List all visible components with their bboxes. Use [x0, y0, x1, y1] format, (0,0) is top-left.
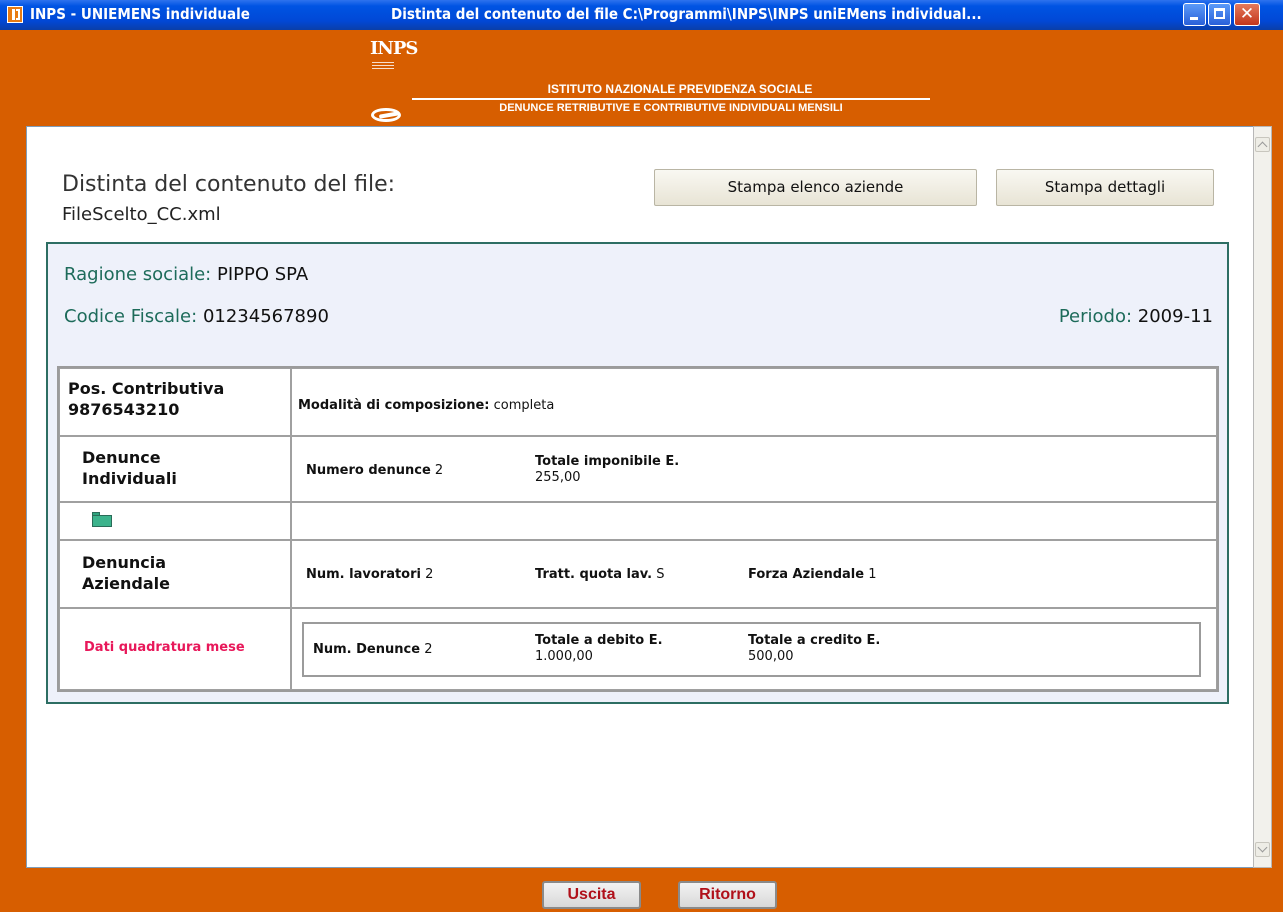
codice-fiscale-label: Codice Fiscale:	[64, 306, 198, 327]
quadratura-label: Dati quadratura mese	[84, 640, 245, 655]
maximize-button[interactable]	[1208, 3, 1231, 26]
totale-debito-label: Totale a debito E.	[535, 633, 663, 648]
forza-aziendale: Forza Aziendale 1	[748, 567, 877, 582]
totale-debito: Totale a debito E. 1.000,00	[535, 633, 663, 665]
num-denunce: Num. Denunce 2	[313, 642, 432, 657]
totale-debito-value: 1.000,00	[535, 649, 593, 664]
totale-credito-label: Totale a credito E.	[748, 633, 881, 648]
close-icon: ✕	[1239, 4, 1255, 24]
num-denunce-label: Num. Denunce	[313, 642, 421, 657]
codice-fiscale-value: 01234567890	[202, 306, 329, 327]
tratt-quota-lav: Tratt. quota lav. S	[535, 567, 665, 582]
codice-fiscale: Codice Fiscale: 01234567890	[64, 306, 329, 327]
totale-credito: Totale a credito E. 500,00	[748, 633, 880, 665]
inps-logo-subtext	[372, 62, 394, 70]
minimize-button[interactable]	[1183, 3, 1206, 26]
window-title-document: Distinta del contenuto del file C:\Progr…	[391, 5, 982, 23]
close-button[interactable]: ✕	[1234, 3, 1260, 26]
totale-imponibile-value: 255,00	[535, 470, 581, 485]
print-companies-button[interactable]: Stampa elenco aziende	[654, 169, 977, 206]
pos-contributiva-value: 9876543210	[68, 400, 180, 419]
num-denunce-value: 2	[424, 642, 433, 657]
inps-logo-emblem	[371, 108, 401, 122]
folder-row-empty	[291, 502, 1217, 540]
numero-denunce-label: Numero denunce	[306, 463, 431, 478]
denuncia-aziendale-label: Denuncia Aziendale	[82, 553, 171, 593]
selected-filename: FileScelto_CC.xml	[62, 204, 221, 225]
back-button[interactable]: Ritorno	[678, 881, 777, 909]
ragione-sociale-label: Ragione sociale:	[64, 264, 212, 285]
num-lavoratori-label: Num. lavoratori	[306, 567, 421, 582]
periodo-label: Periodo:	[1058, 306, 1133, 327]
num-lavoratori-value: 2	[425, 567, 434, 582]
modalita-value: completa	[493, 398, 555, 413]
page-title: Distinta del contenuto del file:	[62, 172, 396, 197]
header-divider	[412, 98, 930, 100]
modalita-label: Modalità di composizione:	[298, 398, 490, 413]
inps-logo: INPS	[370, 38, 418, 59]
totale-credito-value: 500,00	[748, 649, 794, 664]
minimize-icon	[1190, 17, 1198, 20]
title-bar[interactable]: INPS - UNIEMENS individuale Distinta del…	[0, 0, 1283, 30]
maximize-icon	[1214, 8, 1225, 19]
scroll-down-icon[interactable]	[1255, 842, 1270, 857]
header-subtitle: DENUNCE RETRIBUTIVE E CONTRIBUTIVE INDIV…	[499, 102, 843, 114]
ragione-sociale-value: PIPPO SPA	[216, 264, 309, 285]
institute-name: ISTITUTO NAZIONALE PREVIDENZA SOCIALE	[547, 82, 813, 96]
tratt-quota-value: S	[656, 567, 665, 582]
totale-imponibile-label: Totale imponibile E.	[535, 454, 680, 469]
totale-imponibile: Totale imponibile E. 255,00	[535, 454, 679, 486]
ragione-sociale: Ragione sociale: PIPPO SPA	[64, 264, 308, 285]
scroll-up-icon[interactable]	[1255, 137, 1270, 152]
vertical-scrollbar[interactable]	[1253, 126, 1272, 868]
folder-icon[interactable]	[92, 512, 112, 527]
forza-aziendale-value: 1	[868, 567, 877, 582]
periodo-value: 2009-11	[1137, 306, 1213, 327]
print-details-button[interactable]: Stampa dettagli	[996, 169, 1214, 206]
denunce-individuali-label: Denunce Individuali	[82, 448, 177, 488]
numero-denunce: Numero denunce 2	[306, 463, 443, 478]
periodo: Periodo: 2009-11	[1059, 306, 1213, 327]
pos-contributiva-label: Pos. Contributiva 9876543210	[68, 379, 225, 419]
window-title-app: INPS - UNIEMENS individuale	[30, 5, 250, 23]
inps-app-icon[interactable]	[7, 6, 23, 23]
forza-aziendale-label: Forza Aziendale	[748, 567, 865, 582]
modalita-composizione: Modalità di composizione: completa	[298, 398, 554, 413]
num-lavoratori: Num. lavoratori 2	[306, 567, 433, 582]
numero-denunce-value: 2	[434, 463, 444, 478]
tratt-quota-label: Tratt. quota lav.	[535, 567, 653, 582]
exit-button[interactable]: Uscita	[542, 881, 641, 909]
